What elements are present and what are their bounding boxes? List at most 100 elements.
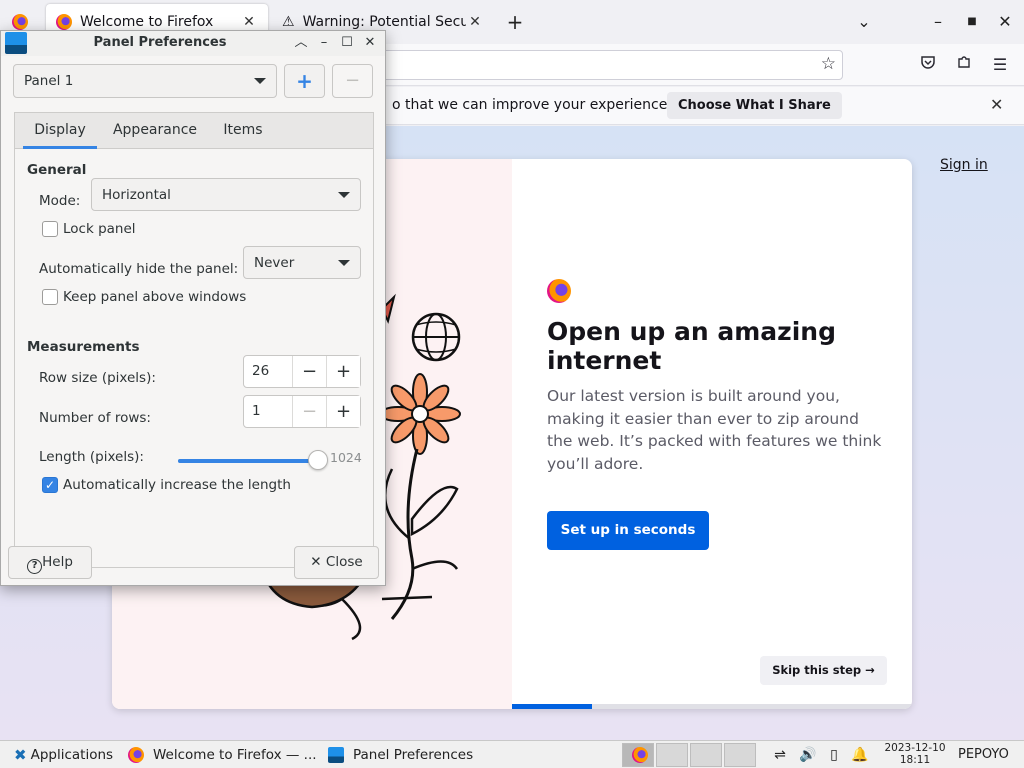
panel-select-value: Panel 1 bbox=[24, 73, 74, 89]
lock-panel-checkbox[interactable] bbox=[42, 221, 58, 237]
firefox-menu-icon[interactable] bbox=[12, 14, 28, 30]
tab-title: Welcome to Firefox bbox=[80, 14, 214, 30]
workspace-1[interactable] bbox=[622, 743, 654, 767]
battery-icon[interactable]: ▯ bbox=[824, 745, 844, 765]
rows-value[interactable]: 1 bbox=[252, 403, 261, 419]
url-bar[interactable]: ☆ bbox=[380, 50, 843, 80]
firefox-icon bbox=[632, 747, 648, 763]
minimize-icon[interactable]: – bbox=[314, 33, 334, 53]
close-icon[interactable]: ✕ bbox=[240, 14, 258, 30]
close-icon[interactable]: ✕ bbox=[993, 10, 1017, 34]
minimize-icon[interactable]: – bbox=[926, 10, 950, 34]
firefox-icon bbox=[128, 747, 144, 763]
shade-icon[interactable]: ︿ bbox=[291, 33, 311, 53]
panel-preferences-dialog: Panel Preferences ︿ – ☐ ✕ Panel 1 + − Di… bbox=[0, 30, 386, 586]
minus-icon[interactable]: − bbox=[292, 356, 326, 387]
set-up-button[interactable]: Set up in seconds bbox=[547, 511, 709, 550]
maximize-icon[interactable]: ☐ bbox=[337, 33, 357, 53]
auto-increase-label: Automatically increase the length bbox=[63, 477, 291, 493]
slider-handle[interactable] bbox=[308, 450, 328, 470]
chevron-down-icon bbox=[254, 78, 266, 84]
mode-select[interactable]: Horizontal bbox=[91, 178, 361, 211]
length-value: 1024 bbox=[330, 450, 362, 465]
tab-appearance[interactable]: Appearance bbox=[107, 113, 203, 149]
row-size-label: Row size (pixels): bbox=[39, 370, 156, 386]
slider-track bbox=[178, 450, 328, 470]
extensions-icon[interactable] bbox=[952, 53, 976, 77]
length-label: Length (pixels): bbox=[39, 449, 144, 465]
window-title: Welcome to Firefox — ... bbox=[153, 747, 317, 763]
chevron-down-icon bbox=[338, 191, 350, 198]
autohide-label: Automatically hide the panel: bbox=[39, 261, 239, 277]
network-icon[interactable]: ⇌ bbox=[770, 745, 790, 765]
tab-strip: Display Appearance Items bbox=[15, 113, 373, 149]
keep-above-checkbox[interactable] bbox=[42, 289, 58, 305]
workspace-4[interactable] bbox=[724, 743, 756, 767]
row-size-value[interactable]: 26 bbox=[252, 363, 269, 379]
clock-time: 18:11 bbox=[899, 754, 931, 766]
close-icon: ✕ bbox=[310, 554, 326, 570]
workspace-3[interactable] bbox=[690, 743, 722, 767]
minus-icon: − bbox=[292, 396, 326, 427]
close-label: Close bbox=[325, 554, 363, 570]
mode-label: Mode: bbox=[39, 193, 81, 209]
slider-fill bbox=[178, 459, 318, 463]
panel-select[interactable]: Panel 1 bbox=[13, 64, 277, 98]
rows-spinner[interactable]: 1 − + bbox=[243, 395, 361, 428]
minus-icon: − bbox=[344, 70, 361, 91]
dialog-titlebar[interactable]: Panel Preferences ︿ – ☐ ✕ bbox=[1, 31, 385, 56]
volume-icon[interactable]: 🔊 bbox=[798, 745, 818, 765]
onboarding-body: Our latest version is built around you, … bbox=[547, 387, 882, 473]
taskbar: ✖ Applications Welcome to Firefox — ... … bbox=[0, 740, 1024, 768]
clock[interactable]: 2023-12-10 18:11 bbox=[880, 742, 950, 766]
menu-icon[interactable]: ☰ bbox=[988, 53, 1012, 77]
firefox-logo-icon bbox=[547, 279, 571, 303]
onboarding-progress bbox=[512, 704, 912, 709]
close-icon[interactable]: ✕ bbox=[360, 33, 380, 53]
bookmark-star-icon[interactable]: ☆ bbox=[821, 54, 836, 74]
auto-increase-checkbox[interactable]: ✓ bbox=[42, 477, 58, 493]
help-icon: ? bbox=[27, 559, 43, 574]
panel-prefs-icon bbox=[328, 747, 344, 763]
tab-items[interactable]: Items bbox=[213, 113, 273, 149]
applications-menu[interactable]: ✖ Applications bbox=[14, 743, 113, 767]
plus-icon[interactable]: + bbox=[503, 10, 527, 34]
pocket-icon[interactable] bbox=[916, 53, 940, 77]
row-size-spinner[interactable]: 26 − + bbox=[243, 355, 361, 388]
onboarding-title: Open up an amazing internet bbox=[547, 317, 836, 375]
plus-icon[interactable]: + bbox=[326, 356, 360, 387]
plus-icon[interactable]: + bbox=[326, 396, 360, 427]
notification-text: o that we can improve your experience. bbox=[392, 97, 672, 113]
onboarding-progress-fill bbox=[512, 704, 592, 709]
chevron-down-icon bbox=[338, 259, 350, 266]
general-header: General bbox=[27, 162, 87, 178]
choose-what-i-share-button[interactable]: Choose What I Share bbox=[667, 92, 842, 119]
plus-icon: + bbox=[296, 69, 313, 93]
autohide-select[interactable]: Never bbox=[243, 246, 361, 279]
tab-title: Warning: Potential Secur bbox=[302, 14, 466, 30]
user-name[interactable]: PEPOYO bbox=[958, 747, 1009, 762]
applications-label: Applications bbox=[30, 747, 114, 763]
xfce-logo-icon: ✖ bbox=[14, 746, 27, 764]
add-panel-button[interactable]: + bbox=[284, 64, 325, 98]
firefox-favicon-icon bbox=[56, 14, 72, 30]
close-icon[interactable]: ✕ bbox=[466, 14, 484, 30]
maximize-icon[interactable]: ■ bbox=[960, 10, 984, 34]
taskbar-window-firefox[interactable]: Welcome to Firefox — ... bbox=[128, 743, 317, 767]
tab-display[interactable]: Display bbox=[23, 113, 97, 149]
close-button[interactable]: ✕ Close bbox=[294, 546, 379, 579]
chevron-down-icon[interactable]: ⌄ bbox=[852, 10, 876, 34]
help-label: Help bbox=[42, 554, 73, 570]
help-button[interactable]: ? Help bbox=[8, 546, 92, 579]
dialog-title: Panel Preferences bbox=[93, 35, 227, 50]
keep-above-label: Keep panel above windows bbox=[63, 289, 247, 305]
clock-date: 2023-12-10 bbox=[884, 742, 946, 754]
skip-step-button[interactable]: Skip this step → bbox=[760, 656, 887, 685]
close-icon[interactable]: ✕ bbox=[990, 95, 1003, 114]
notification-bell-icon[interactable]: 🔔 bbox=[850, 745, 870, 765]
rows-label: Number of rows: bbox=[39, 410, 151, 426]
remove-panel-button[interactable]: − bbox=[332, 64, 373, 98]
workspace-2[interactable] bbox=[656, 743, 688, 767]
taskbar-window-panel-preferences[interactable]: Panel Preferences bbox=[328, 743, 473, 767]
sign-in-link[interactable]: Sign in bbox=[940, 157, 988, 173]
